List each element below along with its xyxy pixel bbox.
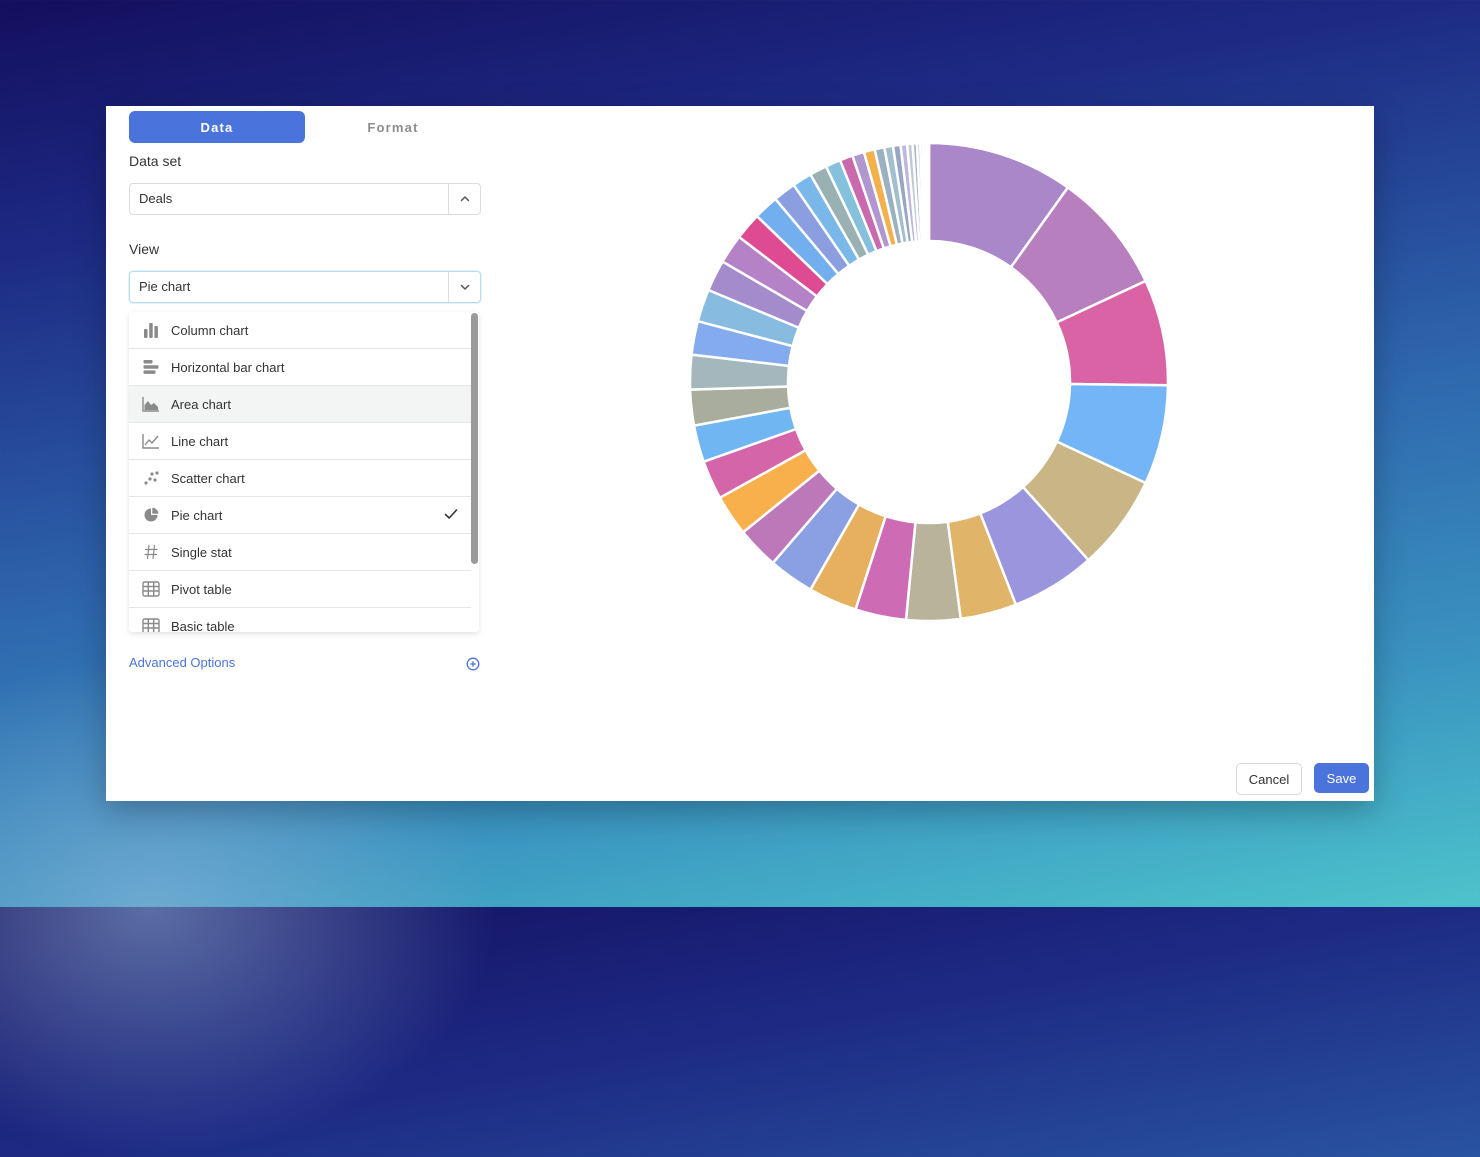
option-label: Pie chart (171, 507, 223, 523)
view-option-area-chart[interactable]: Area chart (129, 386, 471, 423)
view-option-pivot-table[interactable]: Pivot table (129, 571, 471, 608)
view-label: View (129, 241, 160, 257)
view-option-scatter-chart[interactable]: Scatter chart (129, 460, 471, 497)
dataset-select[interactable]: Deals (129, 183, 481, 215)
tab-data[interactable]: Data (129, 111, 305, 143)
option-label: Area chart (171, 396, 231, 412)
table-icon (141, 616, 161, 632)
chart-editor-modal: Data Format Data set Deals View Pie char… (106, 106, 1374, 801)
hash-icon (141, 542, 161, 562)
dataset-label: Data set (129, 153, 182, 169)
option-label: Line chart (171, 433, 229, 449)
cancel-button[interactable]: Cancel (1236, 763, 1302, 795)
area-chart-icon (141, 394, 161, 414)
tab-bar: Data Format (129, 111, 481, 143)
chevron-down-icon[interactable] (448, 272, 480, 302)
dataset-value: Deals (139, 191, 173, 206)
chevron-up-icon[interactable] (448, 184, 480, 214)
option-label: Single stat (171, 544, 232, 560)
view-option-horizontal-bar-chart[interactable]: Horizontal bar chart (129, 349, 471, 386)
view-option-basic-table[interactable]: Basic table (129, 608, 471, 632)
view-dropdown-menu: Column chart Horizontal bar chart Area c… (129, 312, 479, 632)
save-button[interactable]: Save (1314, 763, 1369, 793)
view-option-column-chart[interactable]: Column chart (129, 312, 471, 349)
view-value: Pie chart (139, 279, 191, 294)
advanced-options-link[interactable]: Advanced Options (129, 655, 235, 670)
option-label: Pivot table (171, 581, 232, 597)
dropdown-scrollbar[interactable] (471, 313, 478, 564)
column-chart-icon (141, 320, 161, 340)
horizontal-bar-chart-icon (141, 357, 161, 377)
donut-chart (688, 141, 1170, 623)
view-option-pie-chart[interactable]: Pie chart (129, 497, 471, 534)
option-label: Column chart (171, 322, 249, 338)
option-label: Basic table (171, 618, 235, 633)
pie-slice[interactable] (926, 141, 931, 243)
donut-slices (688, 141, 1170, 623)
option-label: Scatter chart (171, 470, 245, 486)
table-icon (141, 579, 161, 599)
plus-circle-icon[interactable] (466, 657, 480, 676)
pie-chart-icon (141, 505, 161, 525)
checkmark-icon (443, 506, 459, 527)
view-option-line-chart[interactable]: Line chart (129, 423, 471, 460)
view-select[interactable]: Pie chart (129, 271, 481, 303)
option-label: Horizontal bar chart (171, 359, 285, 375)
tab-format[interactable]: Format (305, 111, 481, 143)
line-chart-icon (141, 431, 161, 451)
view-option-single-stat[interactable]: Single stat (129, 534, 471, 571)
scatter-chart-icon (141, 468, 161, 488)
